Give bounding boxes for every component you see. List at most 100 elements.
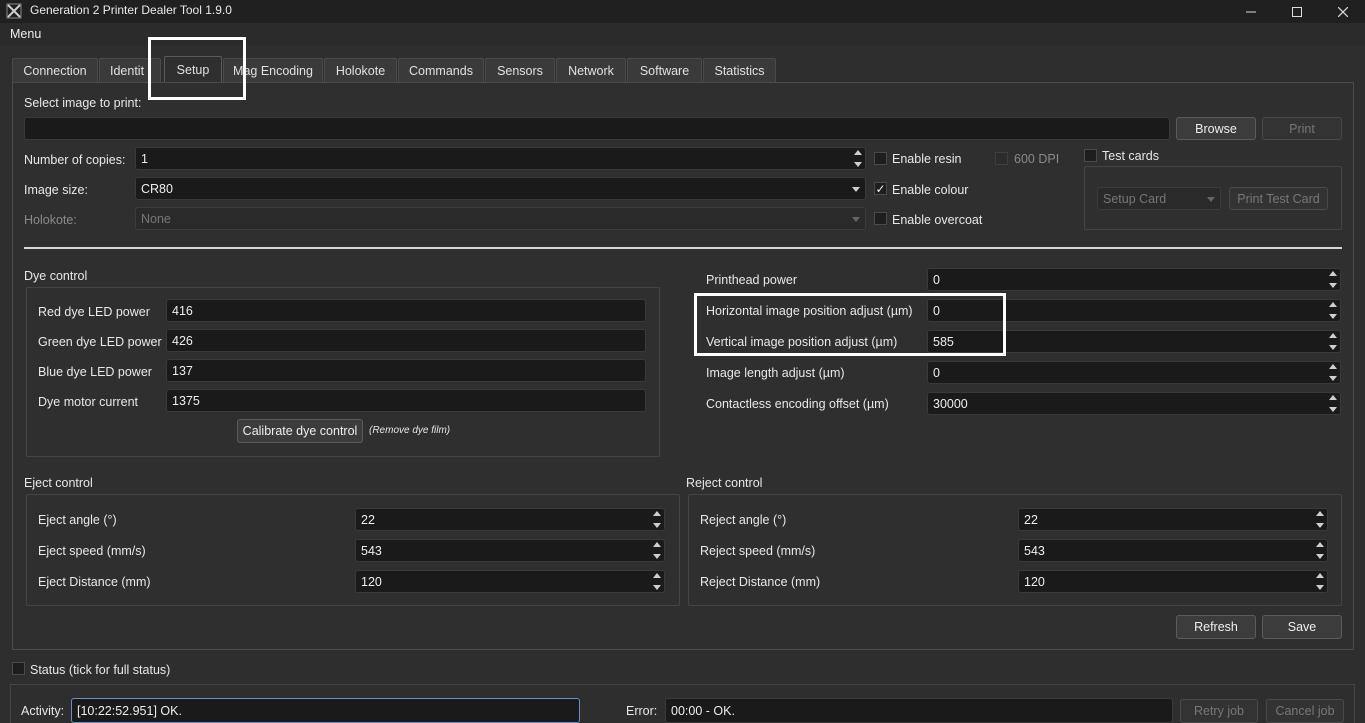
chevron-down-icon [1207,197,1215,202]
app-icon [6,3,22,19]
reject-distance-value: 120 [1024,574,1045,589]
eject-angle-spinbox[interactable]: 22 [355,508,665,531]
highlight-box-setup-tab [148,37,246,100]
close-button[interactable] [1320,0,1365,23]
spin-arrows-icon[interactable] [651,511,662,528]
contactless-offset-value: 30000 [933,396,968,411]
600-dpi-label: 600 DPI [1014,152,1060,166]
green-dye-led-power-field[interactable]: 426 [166,329,646,352]
green-dye-led-power-label: Green dye LED power [38,335,162,349]
print-button[interactable]: Print [1262,117,1342,140]
retry-job-button[interactable]: Retry job [1180,699,1258,723]
setup-card-combo[interactable]: Setup Card [1097,187,1221,210]
reject-speed-value: 543 [1024,543,1045,558]
spin-arrows-icon[interactable] [651,573,662,590]
error-field[interactable]: 00:00 - OK. [665,698,1173,723]
red-dye-led-power-field[interactable]: 416 [166,299,646,322]
divider [24,247,1342,249]
reject-control-title: Reject control [686,476,763,490]
spin-arrows-icon[interactable] [1314,573,1325,590]
enable-colour-label: Enable colour [892,183,969,197]
image-size-label: Image size: [24,183,88,197]
status-label: Status (tick for full status) [30,663,171,677]
enable-overcoat-label: Enable overcoat [892,213,983,227]
tab-statistics[interactable]: Statistics [703,58,776,82]
reject-angle-label: Reject angle (°) [700,513,787,527]
tab-software[interactable]: Software [627,58,702,82]
printhead-power-value: 0 [933,272,940,287]
tab-network[interactable]: Network [556,58,626,82]
holokote-label: Holokote: [24,213,77,227]
dye-motor-current-label: Dye motor current [38,395,139,409]
eject-angle-label: Eject angle (°) [38,513,117,527]
dye-control-title: Dye control [24,269,88,283]
eject-speed-label: Eject speed (mm/s) [38,544,146,558]
chevron-down-icon [852,187,860,192]
holokote-value: None [141,211,171,226]
image-path-field[interactable] [24,117,1170,140]
image-length-adjust-spinbox[interactable]: 0 [927,361,1341,384]
copies-value: 1 [141,151,148,166]
printhead-power-spinbox[interactable]: 0 [927,268,1341,291]
calibrate-dye-control-button[interactable]: Calibrate dye control [237,419,363,443]
blue-dye-led-power-field[interactable]: 137 [166,359,646,382]
spin-arrows-icon[interactable] [1314,542,1325,559]
contactless-offset-label: Contactless encoding offset (µm) [706,397,889,411]
refresh-button[interactable]: Refresh [1176,615,1256,639]
spin-arrows-icon[interactable] [651,542,662,559]
error-label: Error: [626,704,658,718]
dye-motor-current-field[interactable]: 1375 [166,389,646,412]
spin-arrows-icon[interactable] [1327,302,1338,319]
print-test-card-button[interactable]: Print Test Card [1229,187,1328,210]
remove-dye-film-note: (Remove dye film) [369,425,451,436]
tab-commands[interactable]: Commands [398,58,484,82]
enable-overcoat-checkbox[interactable] [874,212,887,225]
enable-resin-label: Enable resin [892,152,962,166]
blue-dye-led-power-label: Blue dye LED power [38,365,152,379]
tab-sensors[interactable]: Sensors [485,58,555,82]
contactless-offset-spinbox[interactable]: 30000 [927,392,1341,415]
browse-button[interactable]: Browse [1176,117,1256,140]
reject-speed-spinbox[interactable]: 543 [1018,539,1328,562]
eject-distance-label: Eject Distance (mm) [38,575,151,589]
window-title: Generation 2 Printer Dealer Tool 1.9.0 [30,3,232,17]
eject-speed-spinbox[interactable]: 543 [355,539,665,562]
enable-resin-checkbox[interactable] [874,152,887,165]
activity-field[interactable]: [10:22:52.951] OK. [71,698,580,723]
spin-arrows-icon[interactable] [1327,271,1338,288]
eject-distance-value: 120 [361,574,382,589]
spin-arrows-icon[interactable] [1327,364,1338,381]
save-button[interactable]: Save [1262,615,1342,639]
reject-distance-label: Reject Distance (mm) [700,575,821,589]
minimize-icon [1246,11,1256,12]
tab-holokote[interactable]: Holokote [324,58,397,82]
spin-arrows-icon[interactable] [1327,333,1338,350]
reject-angle-spinbox[interactable]: 22 [1018,508,1328,531]
spin-arrows-icon[interactable] [1314,511,1325,528]
copies-label: Number of copies: [24,153,126,167]
menu-button[interactable]: Menu [10,27,41,41]
maximize-button[interactable] [1274,0,1320,23]
reject-speed-label: Reject speed (mm/s) [700,544,816,558]
status-checkbox[interactable] [12,662,25,675]
cancel-job-button[interactable]: Cancel job [1266,699,1344,723]
test-cards-label: Test cards [1102,149,1159,163]
copies-spinbox[interactable]: 1 [135,147,866,170]
600-dpi-checkbox[interactable] [995,152,1008,165]
close-icon [1338,6,1348,17]
maximize-icon [1292,6,1302,17]
eject-distance-spinbox[interactable]: 120 [355,570,665,593]
image-size-value: CR80 [141,181,173,196]
tab-connection[interactable]: Connection [12,58,98,82]
image-length-adjust-value: 0 [933,365,940,380]
printhead-power-label: Printhead power [706,273,798,287]
enable-colour-checkbox[interactable]: ✓ [874,182,887,196]
image-size-combo[interactable]: CR80 [135,177,866,200]
spin-arrows-icon[interactable] [1327,395,1338,412]
image-length-adjust-label: Image length adjust (µm) [706,366,845,380]
reject-distance-spinbox[interactable]: 120 [1018,570,1328,593]
holokote-combo[interactable]: None [135,207,866,230]
test-cards-checkbox[interactable] [1084,149,1097,162]
spin-arrows-icon[interactable] [852,150,863,167]
minimize-button[interactable] [1228,0,1274,23]
